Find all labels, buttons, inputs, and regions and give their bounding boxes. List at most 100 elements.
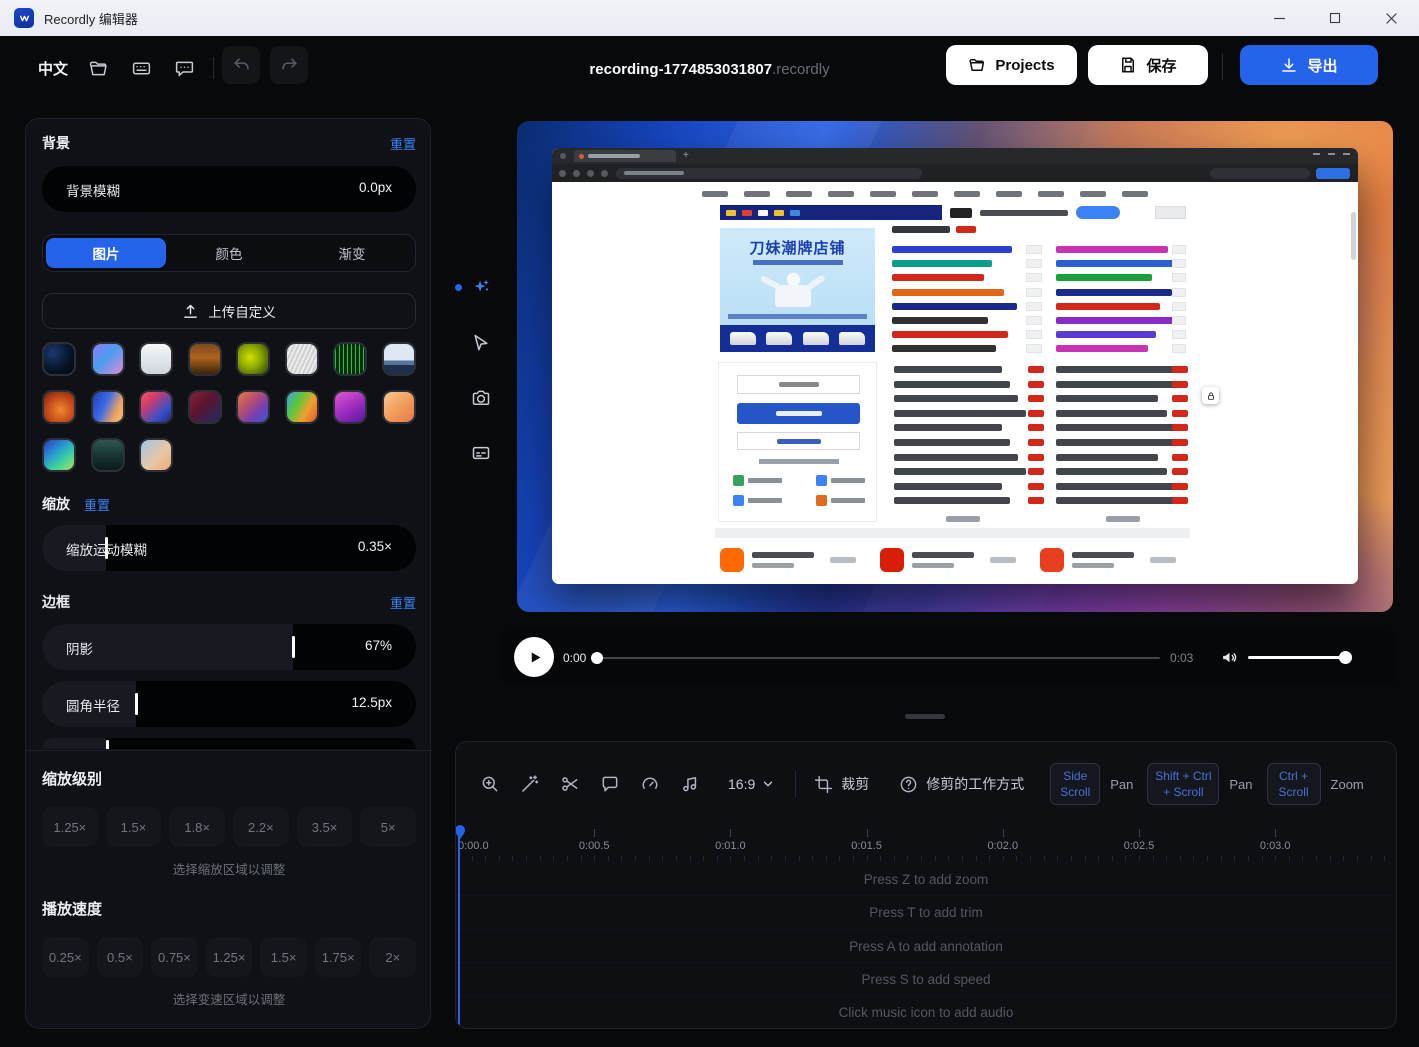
aspect-ratio-select[interactable]: 16:9 <box>728 776 775 792</box>
ruler-minor-tick <box>1234 856 1235 861</box>
playback-speed-option[interactable]: 0.75× <box>151 937 198 977</box>
timeline-magic-button[interactable] <box>510 774 550 794</box>
comment-icon <box>600 774 620 794</box>
background-thumbnail[interactable] <box>285 390 319 424</box>
shadow-slider[interactable]: 阴影 67% <box>42 624 416 670</box>
settings-sidebar: 背景 重置 背景模糊 0.0px 图片颜色渐变 上传自定义 缩放 重置 缩放运动… <box>25 118 431 1029</box>
background-thumbnail[interactable] <box>42 438 76 472</box>
minimize-button[interactable] <box>1251 0 1307 36</box>
background-thumbnail[interactable] <box>139 390 173 424</box>
preview-link-price <box>1172 273 1186 282</box>
background-thumbnail[interactable] <box>139 342 173 376</box>
seek-bar[interactable] <box>592 657 1160 659</box>
close-button[interactable] <box>1363 0 1419 36</box>
background-thumbnail[interactable] <box>188 390 222 424</box>
playback-speed-option[interactable]: 1.25× <box>206 937 253 977</box>
volume-knob[interactable] <box>1339 651 1352 664</box>
cursor-tool-button[interactable] <box>467 329 495 357</box>
captions-icon <box>471 443 491 463</box>
background-thumbnail[interactable] <box>333 342 367 376</box>
zoom-reset-link[interactable]: 重置 <box>84 495 110 514</box>
playhead[interactable] <box>456 829 468 1029</box>
background-thumbnail[interactable] <box>91 342 125 376</box>
background-tab-渐变[interactable]: 渐变 <box>292 238 412 268</box>
timeline-ruler[interactable]: 0:00.00:00.50:01.00:01.50:02.00:02.50:03… <box>456 829 1396 863</box>
background-tab-颜色[interactable]: 颜色 <box>169 238 289 268</box>
zoom-level-option[interactable]: 1.5× <box>106 807 162 847</box>
upload-custom-button[interactable]: 上传自定义 <box>42 293 416 329</box>
sidebar-divider <box>26 750 432 751</box>
preview-page-scrollbar <box>1351 212 1356 260</box>
volume-slider[interactable] <box>1248 656 1350 659</box>
projects-button[interactable]: Projects <box>946 45 1077 85</box>
preview-nav-item <box>1122 191 1148 197</box>
trim-help-button[interactable]: 修剪的工作方式 <box>899 774 1024 794</box>
preview-link-price <box>1026 330 1042 339</box>
timeline-zoom-in-button[interactable] <box>470 774 510 794</box>
panel-resize-handle[interactable] <box>905 714 945 719</box>
zoom-level-option[interactable]: 3.5× <box>297 807 353 847</box>
background-thumbnail[interactable] <box>382 390 416 424</box>
playback-speed-option[interactable]: 2× <box>369 937 416 977</box>
zoom-level-option[interactable]: 5× <box>360 807 416 847</box>
zoom-level-option[interactable]: 1.8× <box>169 807 225 847</box>
ruler-minor-tick <box>1044 856 1045 861</box>
timeline-trim-button[interactable] <box>550 774 590 794</box>
save-icon <box>1119 56 1137 74</box>
background-thumbnail[interactable] <box>236 342 270 376</box>
playback-speed-option[interactable]: 1.5× <box>260 937 307 977</box>
background-thumbnail[interactable] <box>333 390 367 424</box>
background-thumbnail[interactable] <box>188 342 222 376</box>
background-thumbnail[interactable] <box>42 390 76 424</box>
playback-speed-option[interactable]: 1.75× <box>315 937 362 977</box>
ruler-minor-tick <box>1193 856 1194 861</box>
export-button[interactable]: 导出 <box>1240 45 1378 85</box>
background-blur-slider[interactable]: 背景模糊 0.0px <box>42 166 416 212</box>
effects-tool-button[interactable] <box>467 274 495 302</box>
preview-item-price <box>1028 395 1044 402</box>
chevron-down-icon <box>761 777 775 791</box>
background-thumbnail[interactable] <box>42 342 76 376</box>
background-thumbnail[interactable] <box>236 390 270 424</box>
ruler-minor-tick <box>1207 856 1208 861</box>
background-thumbnail[interactable] <box>91 438 125 472</box>
preview-nav-item <box>702 191 728 197</box>
playhead-marker-icon <box>455 825 466 839</box>
maximize-button[interactable] <box>1307 0 1363 36</box>
timeline-hint: Press A to add annotation <box>456 929 1396 962</box>
preview-shop-title: 刀妹潮牌店铺 <box>720 237 875 258</box>
seek-knob[interactable] <box>591 652 603 664</box>
playback-speed-option[interactable]: 0.5× <box>97 937 144 977</box>
volume-button[interactable] <box>1220 648 1239 667</box>
preview-item-price <box>1028 381 1044 388</box>
crop-button[interactable]: 裁剪 <box>814 774 869 794</box>
save-button[interactable]: 保存 <box>1088 45 1208 85</box>
camera-tool-button[interactable] <box>467 384 495 412</box>
play-button[interactable] <box>514 637 554 677</box>
ruler-minor-tick <box>567 856 568 861</box>
background-tab-图片[interactable]: 图片 <box>46 238 166 268</box>
partially-visible-slider[interactable] <box>42 738 416 749</box>
zoom-levels-header: 缩放级别 <box>42 769 416 787</box>
video-preview-canvas[interactable]: + 刀妹潮牌店铺 <box>517 121 1393 612</box>
preview-item <box>894 395 1018 402</box>
preview-link <box>892 345 996 352</box>
ruler-minor-tick <box>867 856 868 861</box>
background-reset-link[interactable]: 重置 <box>390 134 416 153</box>
zoom-level-option[interactable]: 1.25× <box>42 807 98 847</box>
captions-tool-button[interactable] <box>467 439 495 467</box>
timeline-annotation-button[interactable] <box>590 774 630 794</box>
playback-speed-option[interactable]: 0.25× <box>42 937 89 977</box>
zoom-motion-blur-slider[interactable]: 缩放运动模糊 0.35× <box>42 525 416 571</box>
border-reset-link[interactable]: 重置 <box>390 593 416 612</box>
ruler-minor-tick <box>1003 856 1004 861</box>
background-thumbnail[interactable] <box>382 342 416 376</box>
timeline-speed-button[interactable] <box>630 774 670 794</box>
timeline-music-button[interactable] <box>670 774 710 794</box>
background-thumbnail[interactable] <box>91 390 125 424</box>
background-thumbnail[interactable] <box>139 438 173 472</box>
background-thumbnail[interactable] <box>285 342 319 376</box>
zoom-level-option[interactable]: 2.2× <box>233 807 289 847</box>
preview-link-price <box>1172 316 1186 325</box>
corner-radius-slider[interactable]: 圆角半径 12.5px <box>42 681 416 727</box>
